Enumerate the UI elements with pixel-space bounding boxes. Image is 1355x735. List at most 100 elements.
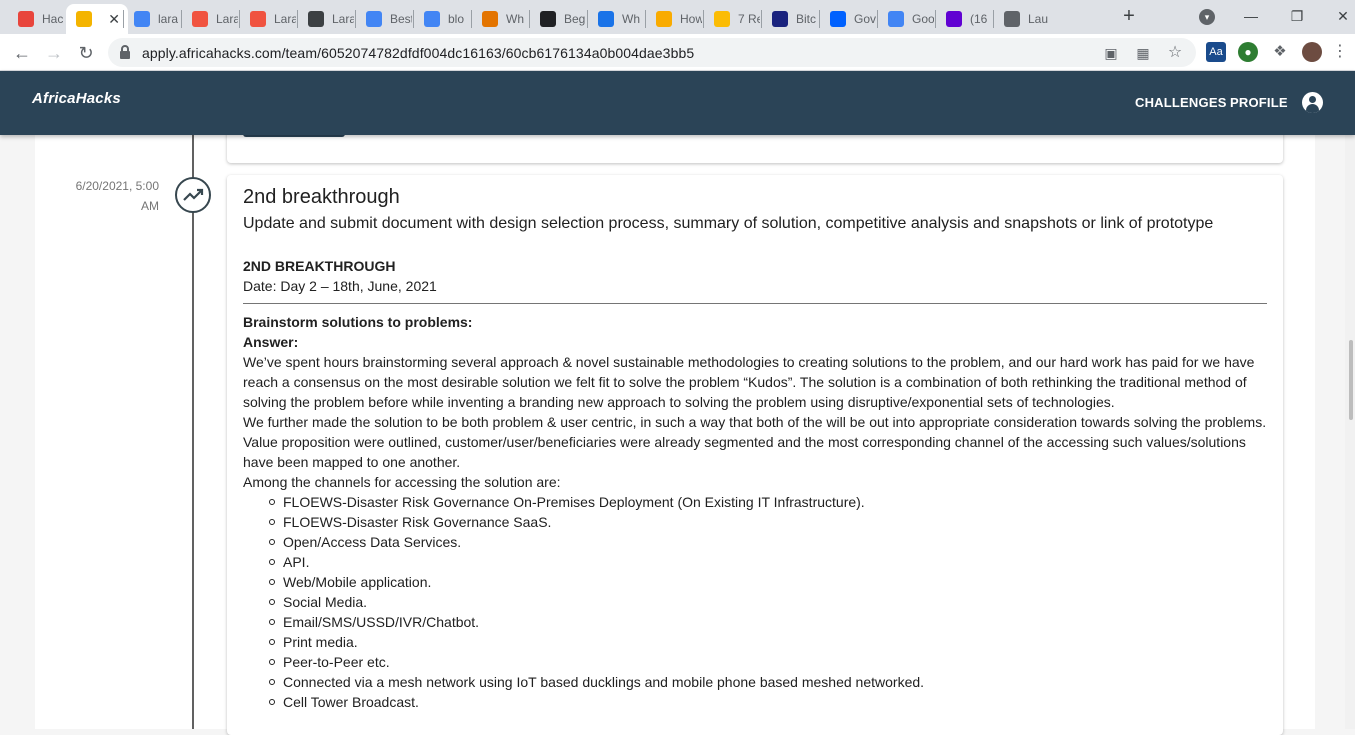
browser-tab-title: Bitc <box>796 12 817 26</box>
forward-icon[interactable]: → <box>42 41 66 65</box>
browser-tab[interactable]: ✕ <box>66 4 128 34</box>
question-heading: Brainstorm solutions to problems: <box>243 314 473 330</box>
channel-list-item: FLOEWS-Disaster Risk Governance On-Premi… <box>269 492 1267 512</box>
paper-plane-icon <box>308 11 324 27</box>
bullet-icon <box>269 599 275 605</box>
reload-icon[interactable]: ↻ <box>74 41 98 65</box>
browser-tab-strip: Hac ✕ lara Lara Lara Lara Best blo Wh Beg Wh How 7 R… <box>0 0 1355 34</box>
browser-tab[interactable]: Lara <box>240 4 296 34</box>
browser-tab[interactable]: Hac <box>8 4 64 34</box>
tab-separator <box>297 10 298 28</box>
breakthrough-card: 2nd breakthrough Update and submit docum… <box>227 175 1283 735</box>
channel-text: Cell Tower Broadcast. <box>283 694 419 710</box>
page-scrollbar[interactable] <box>1345 135 1355 729</box>
tab-search-icon[interactable]: ▾ <box>1199 9 1215 25</box>
channel-list-item: FLOEWS-Disaster Risk Governance SaaS. <box>269 512 1267 532</box>
browser-tab[interactable]: Gov <box>820 4 876 34</box>
restore-icon[interactable]: ❐ <box>1282 4 1312 28</box>
channel-list-item: Connected via a mesh network using IoT b… <box>269 672 1267 692</box>
globe-extension-icon[interactable]: ● <box>1238 42 1258 62</box>
browser-tab[interactable]: Lara <box>298 4 354 34</box>
nav-challenges-link[interactable]: CHALLENGES <box>1135 95 1227 110</box>
browser-tab[interactable]: 7 Re <box>704 4 760 34</box>
section-divider <box>243 303 1267 304</box>
gear-icon <box>598 11 614 27</box>
close-window-icon[interactable]: ✕ <box>1328 4 1355 28</box>
tab-separator <box>529 10 530 28</box>
answer-paragraph-1: We’ve spent hours brainstorming several … <box>243 354 1255 410</box>
dictionary-extension-icon[interactable]: Aa <box>1206 42 1226 62</box>
browser-toolbar: ← → ↻ apply.africahacks.com/team/6052074… <box>0 34 1355 71</box>
browser-tab-title: Lara <box>332 12 354 26</box>
qr-code-icon[interactable]: ▦ <box>1134 44 1152 62</box>
bullet-icon <box>269 539 275 545</box>
answer-label: Answer: <box>243 334 299 350</box>
browser-tab[interactable]: Best <box>356 4 412 34</box>
page-favicon <box>76 11 92 27</box>
bullet-icon <box>269 659 275 665</box>
channel-text: API. <box>283 554 310 570</box>
browser-tab-title: (16 <box>970 12 988 26</box>
channel-list-item: Web/Mobile application. <box>269 572 1267 592</box>
browser-tab[interactable]: Lara <box>182 4 238 34</box>
brand-logo[interactable]: AfricaHacks <box>32 90 121 107</box>
channel-text: Email/SMS/USSD/IVR/Chatbot. <box>283 614 480 630</box>
browser-tab-title: Lara <box>216 12 238 26</box>
tab-separator <box>935 10 936 28</box>
address-bar[interactable]: apply.africahacks.com/team/6052074782dfd… <box>108 38 1196 67</box>
tab-separator <box>355 10 356 28</box>
channel-list-item: Social Media. <box>269 592 1267 612</box>
circle-icon <box>714 11 730 27</box>
timeline-date-line1: 6/20/2021, 5:00 <box>75 179 159 193</box>
chrome-menu-icon[interactable]: ⋮ <box>1330 42 1350 62</box>
channel-text: FLOEWS-Disaster Risk Governance On-Premi… <box>283 494 865 510</box>
browser-tab-title: Goo <box>912 12 934 26</box>
browser-tab[interactable]: Beg <box>530 4 586 34</box>
browser-tab[interactable]: (16 <box>936 4 992 34</box>
channel-text: Web/Mobile application. <box>283 574 432 590</box>
tab-separator <box>819 10 820 28</box>
minimize-icon[interactable]: — <box>1236 4 1266 28</box>
nav-profile-link[interactable]: PROFILE <box>1230 95 1288 110</box>
extensions-puzzle-icon[interactable]: ❖ <box>1270 42 1290 62</box>
browser-tab[interactable]: Goo <box>878 4 934 34</box>
google-icon <box>888 11 904 27</box>
browser-tab[interactable]: lara <box>124 4 180 34</box>
channel-text: Print media. <box>283 634 358 650</box>
w-icon <box>772 11 788 27</box>
channel-text: Peer-to-Peer etc. <box>283 654 390 670</box>
account-circle-icon[interactable] <box>1302 92 1323 113</box>
browser-tab-title: Gov <box>854 12 876 26</box>
tab-separator <box>761 10 762 28</box>
bullet-icon <box>269 559 275 565</box>
hackathon-favicon <box>18 11 34 27</box>
bullet-icon <box>269 679 275 685</box>
browser-tab[interactable]: Bitc <box>762 4 818 34</box>
browser-tab[interactable]: blo <box>414 4 470 34</box>
bookmark-star-icon[interactable]: ☆ <box>1166 44 1184 62</box>
bullet-icon <box>269 639 275 645</box>
timeline-date: 6/20/2021, 5:00 AM <box>55 176 159 216</box>
browser-tab-title: Beg <box>564 12 586 26</box>
browser-tab[interactable]: Wh <box>472 4 528 34</box>
section-heading: 2ND BREAKTHROUGH <box>243 258 396 274</box>
browser-tab-title: Wh <box>506 12 524 26</box>
bullet-icon <box>269 619 275 625</box>
back-icon[interactable]: ← <box>10 41 34 65</box>
timeline-line <box>192 135 194 729</box>
bullet-icon <box>269 499 275 505</box>
scrollbar-thumb[interactable] <box>1349 340 1353 420</box>
profile-avatar[interactable] <box>1302 42 1322 62</box>
channel-list-item: Open/Access Data Services. <box>269 532 1267 552</box>
browser-tab[interactable]: How <box>646 4 702 34</box>
tab-separator <box>993 10 994 28</box>
browser-tab[interactable]: Wh <box>588 4 644 34</box>
channels-intro: Among the channels for accessing the sol… <box>243 474 561 490</box>
new-tab-icon[interactable]: + <box>1118 6 1140 28</box>
close-tab-icon[interactable]: ✕ <box>108 11 120 28</box>
browser-tab-title: blo <box>448 12 465 26</box>
browser-tab[interactable]: Lau <box>994 4 1050 34</box>
mail-icon <box>946 11 962 27</box>
url-text: apply.africahacks.com/team/6052074782dfd… <box>142 45 695 61</box>
cast-icon[interactable]: ▣ <box>1102 44 1120 62</box>
